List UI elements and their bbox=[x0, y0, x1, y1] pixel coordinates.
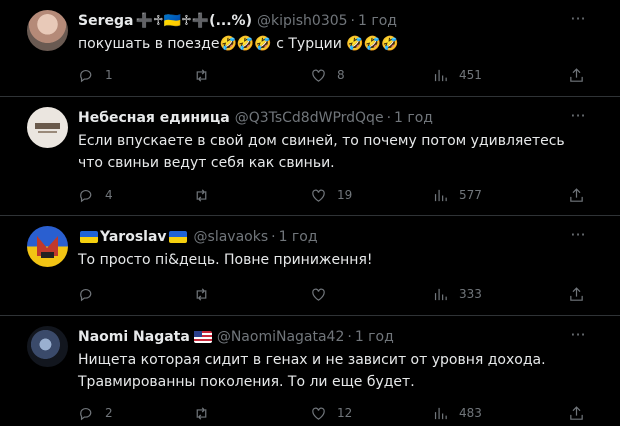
avatar[interactable] bbox=[27, 226, 68, 267]
avatar[interactable] bbox=[27, 326, 68, 367]
bar-chart-icon bbox=[434, 288, 447, 300]
like-button[interactable] bbox=[310, 283, 337, 305]
tweet-3[interactable]: Yaroslav @slavaoks · 1 год ··· То просто… bbox=[0, 216, 620, 316]
share-icon bbox=[570, 187, 583, 202]
avatar[interactable] bbox=[27, 107, 68, 148]
reply-icon bbox=[80, 288, 92, 301]
separator-dot: · bbox=[350, 13, 355, 29]
avatar-logo-icon bbox=[35, 123, 60, 133]
display-name[interactable]: Небесная единица bbox=[78, 110, 230, 126]
view-count: 451 bbox=[459, 68, 482, 82]
reply-button[interactable] bbox=[78, 283, 105, 305]
bar-chart-icon bbox=[434, 69, 447, 81]
user-handle[interactable]: @Q3TsCd8dWPrdQqe bbox=[235, 110, 384, 126]
more-options-icon[interactable]: ··· bbox=[567, 225, 589, 247]
tweet-actions: 2 12 483 bbox=[78, 402, 590, 424]
tweet-text: покушать в поезде🤣🤣🤣 с Турции 🤣🤣🤣 bbox=[78, 36, 399, 52]
tweet-1[interactable]: Serega ➕♱🇺🇦♱➕(...%) @kipish0305 · 1 год … bbox=[0, 0, 620, 97]
share-button[interactable] bbox=[568, 64, 585, 86]
ukraine-flag-icon bbox=[168, 231, 187, 243]
avatar-emblem-icon bbox=[37, 236, 58, 258]
like-button[interactable]: 19 bbox=[310, 184, 352, 206]
like-count: 12 bbox=[337, 406, 353, 420]
views-button[interactable]: 483 bbox=[432, 402, 482, 424]
retweet-icon bbox=[196, 188, 207, 202]
like-count: 8 bbox=[337, 68, 345, 82]
user-handle[interactable]: @kipish0305 bbox=[257, 13, 348, 29]
reply-icon bbox=[80, 189, 92, 202]
share-icon bbox=[570, 405, 583, 420]
retweet-icon bbox=[196, 68, 207, 82]
share-icon bbox=[570, 286, 583, 301]
like-button[interactable]: 12 bbox=[310, 402, 352, 424]
display-name[interactable]: Yaroslav bbox=[100, 229, 167, 245]
tweet-header: Serega ➕♱🇺🇦♱➕(...%) @kipish0305 · 1 год bbox=[78, 11, 560, 31]
tweet-actions: 1 8 451 bbox=[78, 64, 590, 86]
heart-icon bbox=[312, 69, 325, 82]
like-count: 19 bbox=[337, 188, 353, 202]
retweet-button[interactable] bbox=[193, 402, 220, 424]
display-name-extra: ➕♱🇺🇦♱➕(...%) bbox=[135, 13, 252, 29]
tweet-header: Naomi Nagata @NaomiNagata42 · 1 год bbox=[78, 327, 560, 347]
separator-dot: · bbox=[347, 329, 352, 345]
tweet-text: Нищета которая сидит в генах и не зависи… bbox=[78, 352, 546, 390]
view-count: 483 bbox=[459, 406, 482, 420]
view-count: 577 bbox=[459, 188, 482, 202]
retweet-icon bbox=[196, 406, 207, 420]
user-handle[interactable]: @slavaoks bbox=[194, 229, 269, 245]
user-handle[interactable]: @NaomiNagata42 bbox=[217, 329, 345, 345]
tweet-actions: 4 19 577 bbox=[78, 184, 590, 206]
timestamp[interactable]: 1 год bbox=[358, 13, 397, 29]
reply-icon bbox=[80, 407, 92, 420]
tweet-text: То просто пі&дець. Повне приниження! bbox=[78, 252, 373, 268]
views-button[interactable]: 451 bbox=[432, 64, 482, 86]
heart-icon bbox=[312, 407, 325, 420]
share-button[interactable] bbox=[568, 402, 585, 424]
more-options-icon[interactable]: ··· bbox=[567, 106, 589, 128]
reply-count: 4 bbox=[105, 188, 113, 202]
tweet-4[interactable]: Naomi Nagata @NaomiNagata42 · 1 год ··· … bbox=[0, 316, 620, 426]
tweet-actions: 333 bbox=[78, 283, 590, 305]
display-name[interactable]: Serega bbox=[78, 13, 133, 29]
tweet-header: Небесная единица @Q3TsCd8dWPrdQqe · 1 го… bbox=[78, 108, 560, 128]
separator-dot: · bbox=[386, 110, 392, 126]
reply-button[interactable]: 4 bbox=[78, 184, 113, 206]
reply-count: 1 bbox=[105, 68, 113, 82]
reply-button[interactable]: 2 bbox=[78, 402, 113, 424]
timestamp[interactable]: 1 год bbox=[394, 110, 433, 126]
more-options-icon[interactable]: ··· bbox=[567, 9, 589, 31]
heart-icon bbox=[312, 189, 325, 202]
reply-icon bbox=[80, 69, 92, 82]
heart-icon bbox=[312, 288, 325, 301]
timestamp[interactable]: 1 год bbox=[355, 329, 394, 345]
retweet-icon bbox=[196, 287, 207, 301]
retweet-button[interactable] bbox=[193, 184, 220, 206]
like-button[interactable]: 8 bbox=[310, 64, 345, 86]
bar-chart-icon bbox=[434, 189, 447, 201]
more-options-icon[interactable]: ··· bbox=[567, 325, 589, 347]
us-flag-icon bbox=[193, 331, 212, 343]
reply-count: 2 bbox=[105, 406, 113, 420]
share-icon bbox=[570, 67, 583, 82]
retweet-button[interactable] bbox=[193, 64, 220, 86]
separator-dot: · bbox=[271, 229, 276, 245]
share-button[interactable] bbox=[568, 184, 585, 206]
avatar[interactable] bbox=[27, 10, 68, 51]
tweet-2[interactable]: Небесная единица @Q3TsCd8dWPrdQqe · 1 го… bbox=[0, 97, 620, 216]
views-button[interactable]: 333 bbox=[432, 283, 482, 305]
share-button[interactable] bbox=[568, 283, 585, 305]
display-name[interactable]: Naomi Nagata bbox=[78, 329, 190, 345]
view-count: 333 bbox=[459, 287, 482, 301]
reply-button[interactable]: 1 bbox=[78, 64, 113, 86]
timestamp[interactable]: 1 год bbox=[279, 229, 318, 245]
ukraine-flag-icon bbox=[80, 231, 98, 243]
tweet-text: Если впускаете в свой дом свиней, то поч… bbox=[78, 133, 565, 171]
tweet-header: Yaroslav @slavaoks · 1 год bbox=[78, 227, 560, 247]
views-button[interactable]: 577 bbox=[432, 184, 482, 206]
retweet-button[interactable] bbox=[193, 283, 220, 305]
bar-chart-icon bbox=[434, 407, 447, 419]
